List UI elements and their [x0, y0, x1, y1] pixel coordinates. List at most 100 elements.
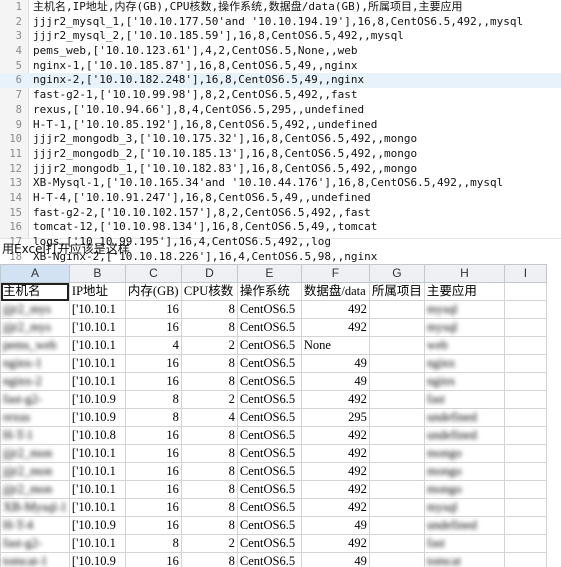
table-row[interactable]: jjjr2_mys ['10.10.1 16 8 CentOS6.5 492 mysql [0, 300, 547, 319]
editor-line[interactable]: 6 nginx-2,['10.10.182.248'],16,8,CentOS6.… [0, 73, 561, 89]
table-row[interactable]: jjjr2_mys ['10.10.1 16 8 CentOS6.5 492 mysql [0, 318, 547, 337]
cell[interactable]: CentOS6.5 [236, 354, 302, 373]
cell[interactable]: ['10.10.1 [68, 444, 126, 463]
cell[interactable] [368, 444, 425, 463]
cell[interactable]: mysql [423, 498, 505, 517]
cell[interactable]: 操作系统 [236, 282, 302, 301]
column-header-b[interactable]: B [68, 264, 126, 283]
cell[interactable]: 8 [124, 534, 182, 553]
text-editor[interactable]: 1 主机名,IP地址,内存(GB),CPU核数,操作系统,数据盘/data(GB)… [0, 0, 561, 263]
table-row[interactable]: H-T-1 ['10.10.8 16 8 CentOS6.5 492 undefined [0, 426, 547, 445]
cell[interactable]: H-T-4 [0, 516, 70, 535]
cell[interactable]: fast [423, 390, 505, 409]
cell[interactable] [503, 534, 547, 553]
cell[interactable]: ['10.10.1 [68, 498, 126, 517]
editor-line[interactable]: 15 fast-g2-2,['10.10.102.157'],8,2,CentOS… [0, 206, 561, 221]
cell[interactable] [368, 426, 425, 445]
cell[interactable]: CentOS6.5 [236, 336, 302, 355]
editor-line[interactable]: 14 H-T-4,['10.10.91.247'],16,8,CentOS6.5,… [0, 191, 561, 206]
cell[interactable]: 492 [300, 300, 370, 319]
cell[interactable] [503, 516, 547, 535]
editor-line[interactable]: 10 jjjr2_mongodb_3,['10.10.175.32'],16,8,… [0, 132, 561, 147]
cell[interactable]: 49 [300, 372, 370, 391]
table-row[interactable]: jjjr2_mon ['10.10.1 16 8 CentOS6.5 492 mongo [0, 444, 547, 463]
cell[interactable]: ['10.10.9 [68, 516, 126, 535]
cell[interactable]: CentOS6.5 [236, 498, 302, 517]
cell[interactable]: undefined [423, 516, 505, 535]
cell[interactable]: CentOS6.5 [236, 552, 302, 567]
editor-line[interactable]: 13 XB-Mysql-1,['10.10.165.34'and '10.10.4… [0, 176, 561, 191]
cell[interactable]: jjjr2_mon [0, 480, 70, 499]
cell[interactable]: mongo [423, 444, 505, 463]
editor-line[interactable]: 16 tomcat-12,['10.10.98.134'],16,8,CentOS… [0, 220, 561, 235]
cell[interactable]: CentOS6.5 [236, 318, 302, 337]
cell[interactable]: XB-Mysql-1 [0, 498, 70, 517]
cell[interactable]: 492 [300, 318, 370, 337]
cell[interactable] [368, 336, 425, 355]
cell[interactable]: mysql [423, 300, 505, 319]
cell[interactable]: 16 [124, 462, 182, 481]
cell[interactable]: ['10.10.8 [68, 426, 126, 445]
cell[interactable]: CentOS6.5 [236, 408, 302, 427]
cell[interactable]: 8 [180, 354, 238, 373]
cell[interactable] [368, 552, 425, 567]
cell[interactable]: 8 [180, 552, 238, 567]
cell[interactable]: nginx-1 [0, 354, 70, 373]
cell[interactable]: fast-g2- [0, 390, 70, 409]
editor-line[interactable]: 8 rexus,['10.10.94.66'],8,4,CentOS6.5,295… [0, 103, 561, 118]
cell[interactable]: 16 [124, 498, 182, 517]
cell[interactable]: pems_web [0, 336, 70, 355]
table-row[interactable]: nginx-1 ['10.10.1 16 8 CentOS6.5 49 nginx [0, 354, 547, 373]
cell[interactable]: 49 [300, 552, 370, 567]
cell[interactable]: jjjr2_mon [0, 444, 70, 463]
cell[interactable]: ['10.10.1 [68, 534, 126, 553]
cell[interactable] [368, 498, 425, 517]
cell[interactable]: 4 [124, 336, 182, 355]
cell[interactable]: CentOS6.5 [236, 444, 302, 463]
cell[interactable]: ['10.10.1 [68, 480, 126, 499]
table-row[interactable]: jjjr2_mon ['10.10.1 16 8 CentOS6.5 492 mongo [0, 462, 547, 481]
cell[interactable]: mongo [423, 462, 505, 481]
cell[interactable]: web [423, 336, 505, 355]
cell[interactable]: jjjr2_mys [0, 300, 70, 319]
column-header-e[interactable]: E [236, 264, 302, 283]
cell[interactable] [503, 426, 547, 445]
cell[interactable]: 16 [124, 300, 182, 319]
cell[interactable] [368, 462, 425, 481]
cell[interactable]: 492 [300, 462, 370, 481]
cell[interactable]: 16 [124, 480, 182, 499]
cell[interactable] [503, 372, 547, 391]
editor-line[interactable]: 11 jjjr2_mongodb_2,['10.10.185.13'],16,8,… [0, 147, 561, 162]
cell[interactable]: ['10.10.9 [68, 390, 126, 409]
cell[interactable]: ['10.10.1 [68, 318, 126, 337]
cell[interactable]: undefined [423, 408, 505, 427]
cell[interactable]: fast [423, 534, 505, 553]
cell[interactable]: tomcat-1 [0, 552, 70, 567]
cell[interactable]: 8 [180, 426, 238, 445]
table-row[interactable]: fast-g2- ['10.10.1 8 2 CentOS6.5 492 fast [0, 534, 547, 553]
cell[interactable]: H-T-1 [0, 426, 70, 445]
cell[interactable]: 8 [180, 318, 238, 337]
editor-line[interactable]: 1 主机名,IP地址,内存(GB),CPU核数,操作系统,数据盘/data(GB)… [0, 0, 561, 15]
cell[interactable]: undefined [423, 426, 505, 445]
cell[interactable] [503, 318, 547, 337]
spreadsheet[interactable]: A B C D E F G H I 主机名 IP地址 内存(GB) CPU核数 操作系统 数据盘/data 所… [0, 264, 561, 567]
cell[interactable]: 492 [300, 426, 370, 445]
editor-content[interactable]: 1 主机名,IP地址,内存(GB),CPU核数,操作系统,数据盘/data(GB)… [0, 0, 561, 264]
column-header-h[interactable]: H [423, 264, 505, 283]
column-header-c[interactable]: C [124, 264, 182, 283]
cell[interactable]: None [300, 336, 370, 355]
cell[interactable]: 492 [300, 480, 370, 499]
cell[interactable]: CentOS6.5 [236, 462, 302, 481]
cell[interactable]: 所属项目 [368, 282, 425, 301]
cell[interactable]: 492 [300, 390, 370, 409]
cell[interactable] [503, 552, 547, 567]
table-row[interactable]: fast-g2- ['10.10.9 8 2 CentOS6.5 492 fast [0, 390, 547, 409]
cell[interactable]: 16 [124, 354, 182, 373]
editor-line[interactable]: 7 fast-g2-1,['10.10.99.98'],8,2,CentOS6.5… [0, 88, 561, 103]
cell[interactable] [368, 390, 425, 409]
cell[interactable]: 2 [180, 390, 238, 409]
cell[interactable]: 492 [300, 498, 370, 517]
table-row[interactable]: tomcat-1 ['10.10.9 16 8 CentOS6.5 49 tomcat [0, 552, 547, 567]
editor-line[interactable]: 9 H-T-1,['10.10.85.192'],16,8,CentOS6.5,4… [0, 118, 561, 133]
